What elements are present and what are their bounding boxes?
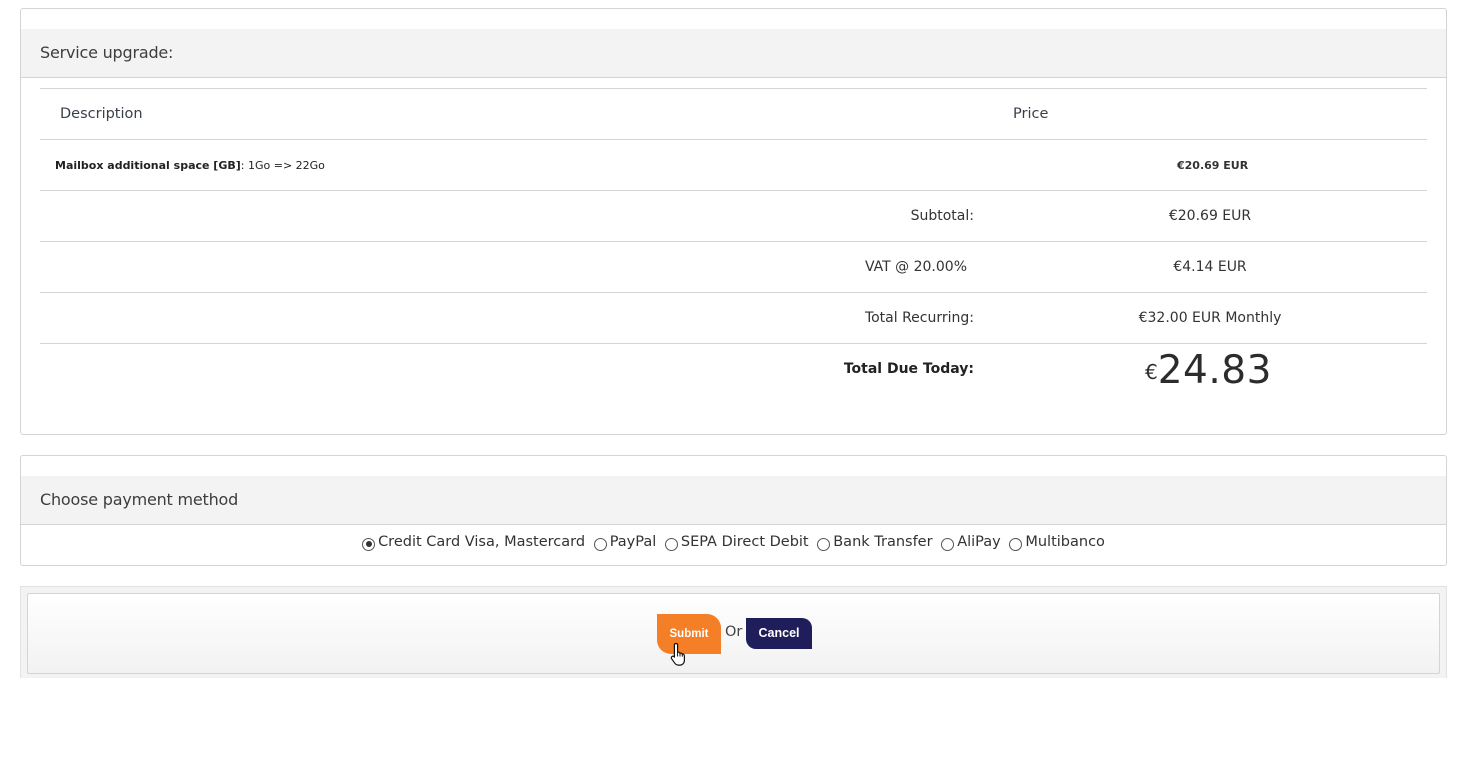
recurring-row: Total Recurring: €32.00 EUR Monthly [40, 293, 1427, 344]
payment-option-label: Multibanco [1025, 534, 1105, 550]
item-description: Mailbox additional space [GB]: 1Go => 22… [55, 140, 325, 191]
table-row: Mailbox additional space [GB]: 1Go => 22… [40, 140, 1427, 191]
payment-option-bank-transfer[interactable]: Bank Transfer [813, 534, 933, 551]
radio-button[interactable] [593, 537, 607, 551]
column-header-description: Description [60, 106, 143, 122]
total-due-currency: € [1145, 360, 1158, 384]
radio-button[interactable] [941, 537, 955, 551]
upgrade-table: Description Price Mailbox additional spa… [40, 88, 1427, 396]
payment-option-label: AliPay [957, 534, 1001, 550]
item-detail: : 1Go => 22Go [240, 159, 325, 172]
total-due-amount: 24.83 [1157, 348, 1272, 393]
vat-label: VAT @ 20.00% [864, 259, 967, 275]
payment-method-title: Choose payment method [40, 490, 239, 509]
radio-button[interactable] [664, 537, 678, 551]
payment-method-panel: Choose payment method Credit Card Visa, … [20, 455, 1447, 566]
total-due-row: Total Due Today: €24.83 [40, 344, 1427, 396]
payment-option-label: Bank Transfer [833, 534, 933, 550]
or-separator: Or [725, 624, 743, 640]
vat-row: VAT @ 20.00% €4.14 EUR [40, 242, 1427, 293]
subtotal-value: €20.69 EUR [1168, 208, 1252, 224]
column-header-price: Price [1013, 106, 1049, 122]
subtotal-row: Subtotal: €20.69 EUR [40, 191, 1427, 242]
payment-option-credit-card[interactable]: Credit Card Visa, Mastercard [362, 534, 586, 551]
item-name: Mailbox additional space [GB] [55, 159, 241, 172]
payment-option-label: SEPA Direct Debit [680, 534, 809, 550]
payment-option-label: PayPal [609, 534, 657, 550]
payment-option-paypal[interactable]: PayPal [590, 534, 657, 551]
service-upgrade-title: Service upgrade: [40, 43, 174, 62]
service-upgrade-panel: Service upgrade: Description Price Mailb… [20, 8, 1447, 435]
service-upgrade-heading: Service upgrade: [21, 29, 1446, 78]
total-recurring-label: Total Recurring: [864, 310, 974, 326]
payment-options: Credit Card Visa, Mastercard PayPal SEPA… [21, 534, 1446, 553]
item-price: €20.69 EUR [1177, 159, 1249, 172]
total-due-label: Total Due Today: [843, 361, 974, 377]
table-header-row: Description Price [40, 89, 1427, 140]
hand-pointer-icon [670, 642, 685, 666]
payment-option-alipay[interactable]: AliPay [937, 534, 1001, 551]
radio-button[interactable] [1009, 537, 1023, 551]
payment-option-sepa[interactable]: SEPA Direct Debit [661, 534, 809, 551]
payment-option-multibanco[interactable]: Multibanco [1005, 534, 1105, 551]
subtotal-label: Subtotal: [910, 208, 974, 224]
payment-option-label: Credit Card Visa, Mastercard [378, 534, 586, 550]
payment-method-heading: Choose payment method [21, 476, 1446, 525]
form-actions-well: Submit Or Cancel [27, 593, 1440, 674]
submit-button[interactable]: Submit [657, 614, 721, 654]
vat-value: €4.14 EUR [1173, 259, 1247, 275]
form-actions-area: Submit Or Cancel [20, 586, 1447, 678]
cancel-button[interactable]: Cancel [746, 618, 812, 649]
radio-button[interactable] [817, 537, 831, 551]
total-recurring-value: €32.00 EUR Monthly [1138, 310, 1282, 326]
radio-button[interactable] [362, 537, 376, 551]
total-due-value: €24.83 [1145, 348, 1325, 393]
